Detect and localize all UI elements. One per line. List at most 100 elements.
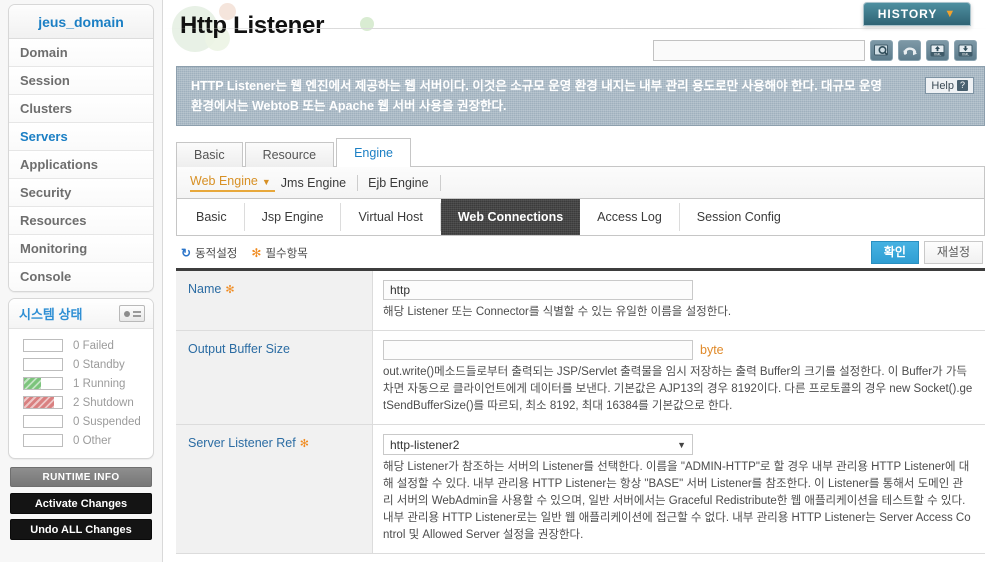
state-bar-failed — [23, 339, 63, 352]
monitor-icon[interactable] — [119, 305, 145, 322]
form-row: Server Listener Ref ✻ http-listener2 ▼ 해당 Li… — [176, 425, 985, 554]
form-label-cell: Output Buffer Size — [176, 331, 373, 424]
undo-all-changes-button[interactable]: Undo ALL Changes — [10, 519, 152, 540]
sidebar-action-buttons: RUNTIME INFO Activate Changes Undo ALL C… — [0, 459, 162, 540]
refresh-icon[interactable] — [898, 40, 921, 61]
subtab-access-log[interactable]: Access Log — [580, 203, 680, 231]
subtab-web-connections[interactable]: Web Connections — [441, 199, 580, 235]
svg-text:XML: XML — [934, 52, 941, 56]
dynamic-setting-label: 동적설정 — [195, 247, 238, 260]
sidebar-item-clusters[interactable]: Clusters — [9, 95, 153, 123]
sidebar: jeus_domain Domain Session Clusters Servers… — [0, 0, 163, 562]
engine-jms-engine[interactable]: Jms Engine — [280, 174, 359, 191]
engine-web-engine[interactable]: Web Engine ▼ — [190, 173, 275, 192]
sidebar-item-monitoring[interactable]: Monitoring — [9, 235, 153, 263]
system-state-row: 0 Suspended — [9, 412, 153, 431]
form-control-line: byte — [383, 340, 973, 360]
state-bar-shutdown — [23, 396, 63, 409]
confirm-button[interactable]: 확인 — [870, 241, 919, 264]
sidebar-nav-list: Domain Session Clusters Servers Applications… — [9, 39, 153, 291]
state-label-running: 1 Running — [73, 377, 126, 390]
unit-label: byte — [700, 343, 724, 357]
state-label-other: 0 Other — [73, 434, 112, 447]
tab-engine[interactable]: Engine — [336, 138, 412, 167]
state-bar-standby — [23, 358, 63, 371]
search-toolbar: XML XML — [653, 40, 977, 61]
sidebar-item-applications[interactable]: Applications — [9, 151, 153, 179]
settings-form-table: Name✻해당 Listener 또는 Connector를 식별할 수 있는 … — [176, 268, 985, 554]
help-label: Help — [931, 79, 954, 92]
state-label-suspended: 0 Suspended — [73, 415, 141, 428]
domain-title: jeus_domain — [9, 5, 153, 39]
system-state-row: 0 Other — [9, 431, 153, 450]
info-banner-text: HTTP Listener는 웹 엔진에서 제공하는 웹 서버이다. 이것은 소… — [191, 79, 882, 113]
form-row: Output Buffer Size byte out.write()메소드들로부터… — [176, 331, 985, 425]
required-field-icon: ✻ — [225, 284, 235, 296]
form-help-text: out.write()메소드들로부터 출력되는 JSP/Servlet 출력물을… — [383, 366, 973, 412]
thread-pool-section-link[interactable]: Thread Pool — [176, 554, 985, 562]
form-value-cell: byte out.write()메소드들로부터 출력되는 JSP/Servlet … — [373, 331, 985, 424]
tab-resource[interactable]: Resource — [244, 142, 335, 167]
state-bar-running — [23, 377, 63, 390]
form-control-line — [383, 280, 973, 300]
server-listener-ref-select[interactable]: http-listener2 ▼ — [383, 434, 693, 455]
form-value-cell: 해당 Listener 또는 Connector를 식별할 수 있는 유일한 이… — [373, 271, 985, 330]
search-icon[interactable] — [870, 40, 893, 61]
activate-changes-button[interactable]: Activate Changes — [10, 493, 152, 514]
sidebar-item-domain[interactable]: Domain — [9, 39, 153, 67]
sidebar-item-session[interactable]: Session — [9, 67, 153, 95]
topbar: Http Listener HISTORY ▼ XML XML — [163, 0, 989, 66]
system-state-row: 1 Running — [9, 374, 153, 393]
legend-dynamic-setting: ↻ 동적설정 — [181, 245, 237, 261]
output-buffer-size-input[interactable] — [383, 340, 693, 360]
tab-basic[interactable]: Basic — [176, 142, 243, 167]
sidebar-nav-card: jeus_domain Domain Session Clusters Servers… — [8, 4, 154, 292]
sidebar-item-security[interactable]: Security — [9, 179, 153, 207]
name-input[interactable] — [383, 280, 693, 300]
form-label: Server Listener Ref — [188, 436, 296, 450]
dynamic-setting-icon: ↻ — [181, 245, 192, 260]
subtab-session-config[interactable]: Session Config — [680, 203, 798, 231]
system-state-title: 시스템 상태 — [19, 307, 83, 322]
xml-export-icon[interactable]: XML — [954, 40, 977, 61]
engine-label: Jms Engine — [280, 175, 347, 190]
question-mark-icon: ? — [957, 80, 968, 91]
chevron-down-icon: ▼ — [944, 8, 957, 20]
system-state-rows: 0 Failed 0 Standby 1 Running 2 Shutdown 0 Su… — [9, 329, 153, 458]
engine-ejb-engine[interactable]: Ejb Engine — [368, 174, 441, 191]
main-content: HTTP Listener는 웹 엔진에서 제공하는 웹 서버이다. 이것은 소… — [176, 66, 985, 562]
sidebar-item-console[interactable]: Console — [9, 263, 153, 291]
search-input[interactable] — [653, 40, 865, 61]
xml-import-icon[interactable]: XML — [926, 40, 949, 61]
state-bar-fill — [24, 378, 42, 389]
history-label: HISTORY — [877, 7, 938, 21]
form-label: Name — [188, 282, 222, 296]
runtime-info-button[interactable]: RUNTIME INFO — [10, 467, 152, 487]
subtab-basic[interactable]: Basic — [179, 203, 245, 231]
history-button[interactable]: HISTORY ▼ — [863, 2, 971, 26]
primary-tabs: Basic Resource Engine — [176, 138, 985, 167]
form-action-buttons: 확인 재설정 — [870, 241, 985, 264]
sidebar-item-servers[interactable]: Servers — [9, 123, 153, 151]
system-state-header: 시스템 상태 — [9, 299, 153, 329]
state-bar-suspended — [23, 415, 63, 428]
help-button[interactable]: Help ? — [925, 77, 974, 94]
required-field-label: 필수항목 — [265, 247, 308, 260]
form-row: Name✻ 해당 Listener 또는 Connector를 식별할 수 있는 … — [176, 271, 985, 331]
chevron-down-icon: ▼ — [677, 439, 686, 450]
select-value: http-listener2 — [390, 437, 460, 452]
form-label-cell: Name ✻ — [176, 271, 373, 330]
state-label-standby: 0 Standby — [73, 358, 125, 371]
system-state-row: 0 Failed — [9, 336, 153, 355]
chevron-down-icon: ▼ — [261, 177, 271, 187]
legend-required-field: ✻ 필수항목 — [251, 245, 307, 261]
reset-button[interactable]: 재설정 — [923, 241, 983, 264]
subtab-jsp-engine[interactable]: Jsp Engine — [245, 203, 342, 231]
required-field-icon: ✻ — [251, 245, 262, 260]
info-banner: HTTP Listener는 웹 엔진에서 제공하는 웹 서버이다. 이것은 소… — [176, 66, 985, 126]
state-label-shutdown: 2 Shutdown — [73, 396, 134, 409]
subtab-virtual-host[interactable]: Virtual Host — [341, 203, 441, 231]
svg-text:XML: XML — [962, 52, 969, 56]
sidebar-item-resources[interactable]: Resources — [9, 207, 153, 235]
engine-selector-row: Web Engine ▼ Jms Engine Ejb Engine — [176, 167, 985, 199]
